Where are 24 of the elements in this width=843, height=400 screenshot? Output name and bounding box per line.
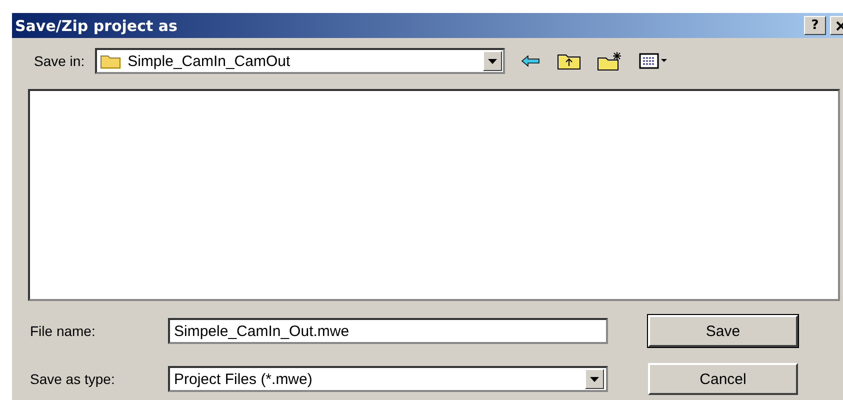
close-icon [836, 20, 843, 30]
window-title: Save/Zip project as [15, 16, 178, 34]
views-menu-button[interactable] [638, 53, 669, 69]
dropdown-button[interactable] [585, 369, 604, 389]
save-as-type-value: Project Files (*.mwe) [174, 370, 314, 388]
file-list[interactable] [28, 89, 840, 301]
help-button[interactable]: ? [804, 16, 826, 35]
save-in-value: Simple_CamIn_CamOut [128, 52, 292, 70]
folder-icon [100, 53, 122, 69]
file-name-label: File name: [29, 323, 96, 339]
save-as-type-label: Save as type: [29, 371, 116, 387]
cancel-button[interactable]: Cancel [648, 363, 798, 395]
back-arrow-icon[interactable] [520, 54, 541, 68]
up-folder-icon[interactable] [556, 52, 581, 70]
caret-icon [590, 376, 599, 382]
list-view-icon [638, 53, 669, 69]
file-name-field[interactable]: Simpele_CamIn_Out.mwe [168, 318, 608, 344]
new-folder-icon[interactable] [596, 51, 623, 71]
save-as-type-dropdown[interactable]: Project Files (*.mwe) [168, 366, 608, 392]
caret-icon [488, 58, 497, 64]
save-in-dropdown[interactable]: Simple_CamIn_CamOut [94, 48, 505, 74]
save-in-label: Save in: [34, 53, 85, 69]
save-button[interactable]: Save [648, 315, 798, 347]
dropdown-button[interactable] [482, 51, 502, 71]
